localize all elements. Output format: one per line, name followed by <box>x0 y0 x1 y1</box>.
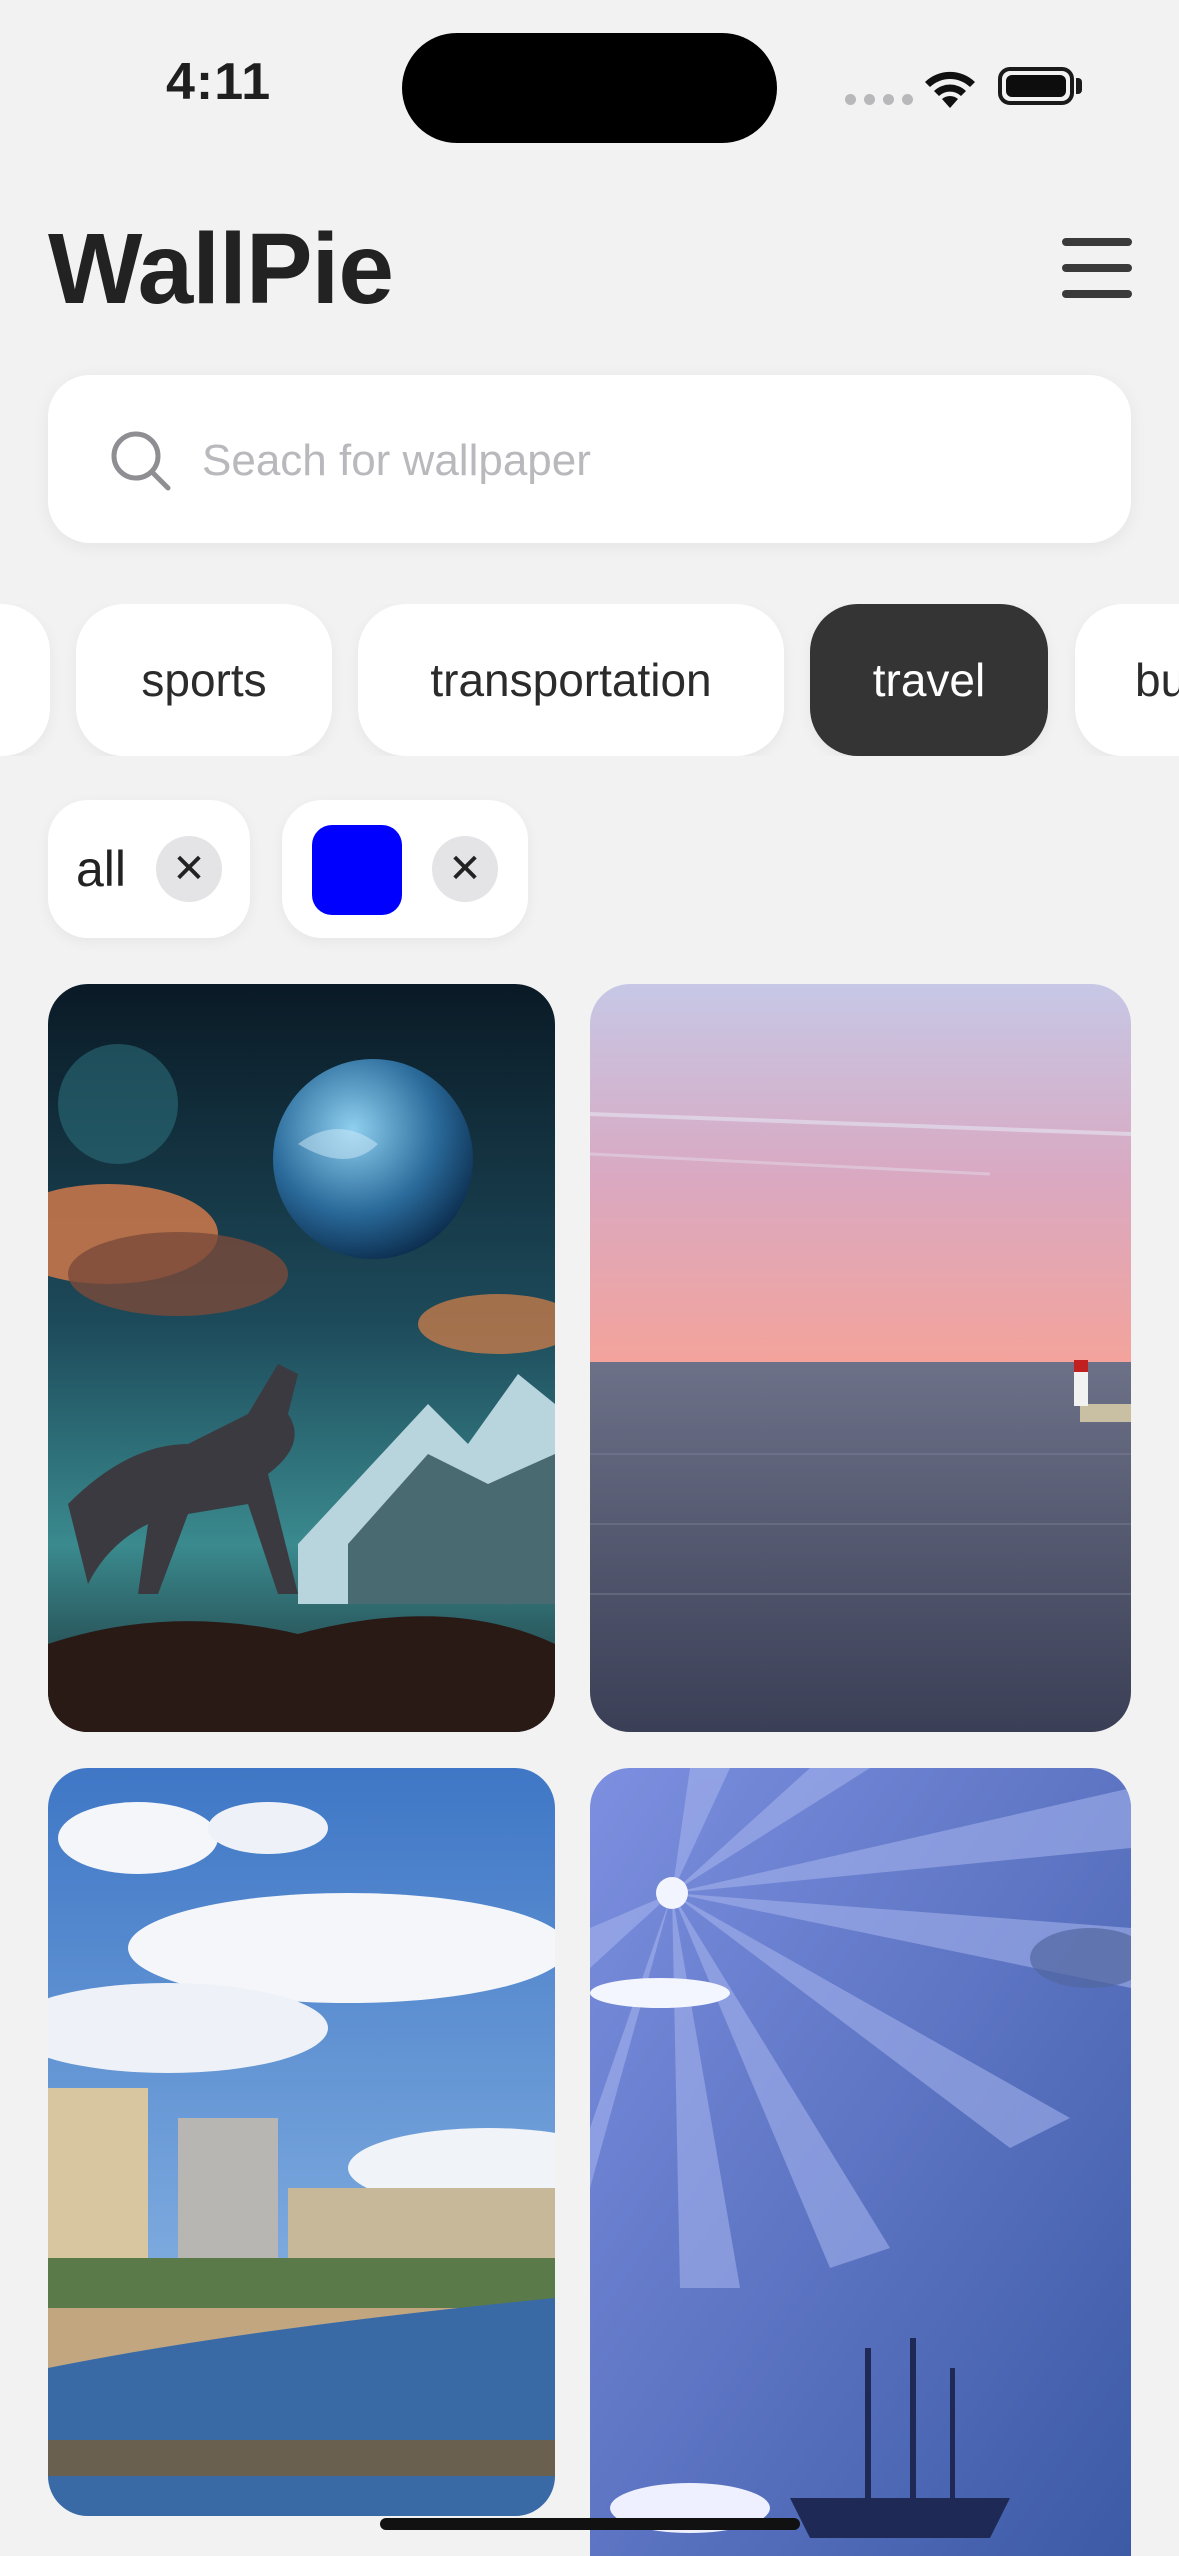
category-chip-row[interactable]: sports transportation travel bu <box>0 604 1179 756</box>
search-input[interactable] <box>200 420 1064 502</box>
app-title: WallPie <box>48 213 394 325</box>
dynamic-island <box>402 33 777 143</box>
wallpaper-card-wolf[interactable] <box>48 984 555 1732</box>
category-chip-transportation[interactable]: transportation <box>358 604 784 756</box>
menu-icon <box>1062 238 1132 246</box>
wallpaper-ship-image <box>590 1768 1131 2556</box>
wallpaper-card-beach[interactable] <box>48 1768 555 2516</box>
cellular-signal-icon <box>845 94 913 105</box>
battery-icon <box>998 67 1074 105</box>
category-chip-hidden[interactable] <box>0 604 50 756</box>
wallpaper-sea-image <box>590 984 1131 1732</box>
remove-category-filter-button[interactable]: ✕ <box>156 836 222 902</box>
filter-category-label: all <box>76 841 127 897</box>
category-chip-travel[interactable]: travel <box>810 604 1048 756</box>
color-swatch <box>312 825 402 915</box>
category-chip-sports[interactable]: sports <box>76 604 332 756</box>
category-chip-partial[interactable]: bu <box>1075 604 1179 756</box>
search-icon <box>111 431 171 491</box>
status-time: 4:11 <box>166 53 272 111</box>
home-indicator <box>380 2518 800 2530</box>
remove-color-filter-button[interactable]: ✕ <box>432 836 498 902</box>
filter-chip-color: ✕ <box>282 800 528 938</box>
wallpaper-beach-image <box>48 1768 555 2516</box>
filter-chip-category: all ✕ <box>48 800 250 938</box>
menu-button[interactable] <box>1062 238 1132 298</box>
battery-cap <box>1076 78 1082 94</box>
wallpaper-wolf-image <box>48 984 555 1732</box>
wifi-icon <box>925 71 975 108</box>
wallpaper-card-ship[interactable] <box>590 1768 1131 2556</box>
wallpaper-card-sea[interactable] <box>590 984 1131 1732</box>
